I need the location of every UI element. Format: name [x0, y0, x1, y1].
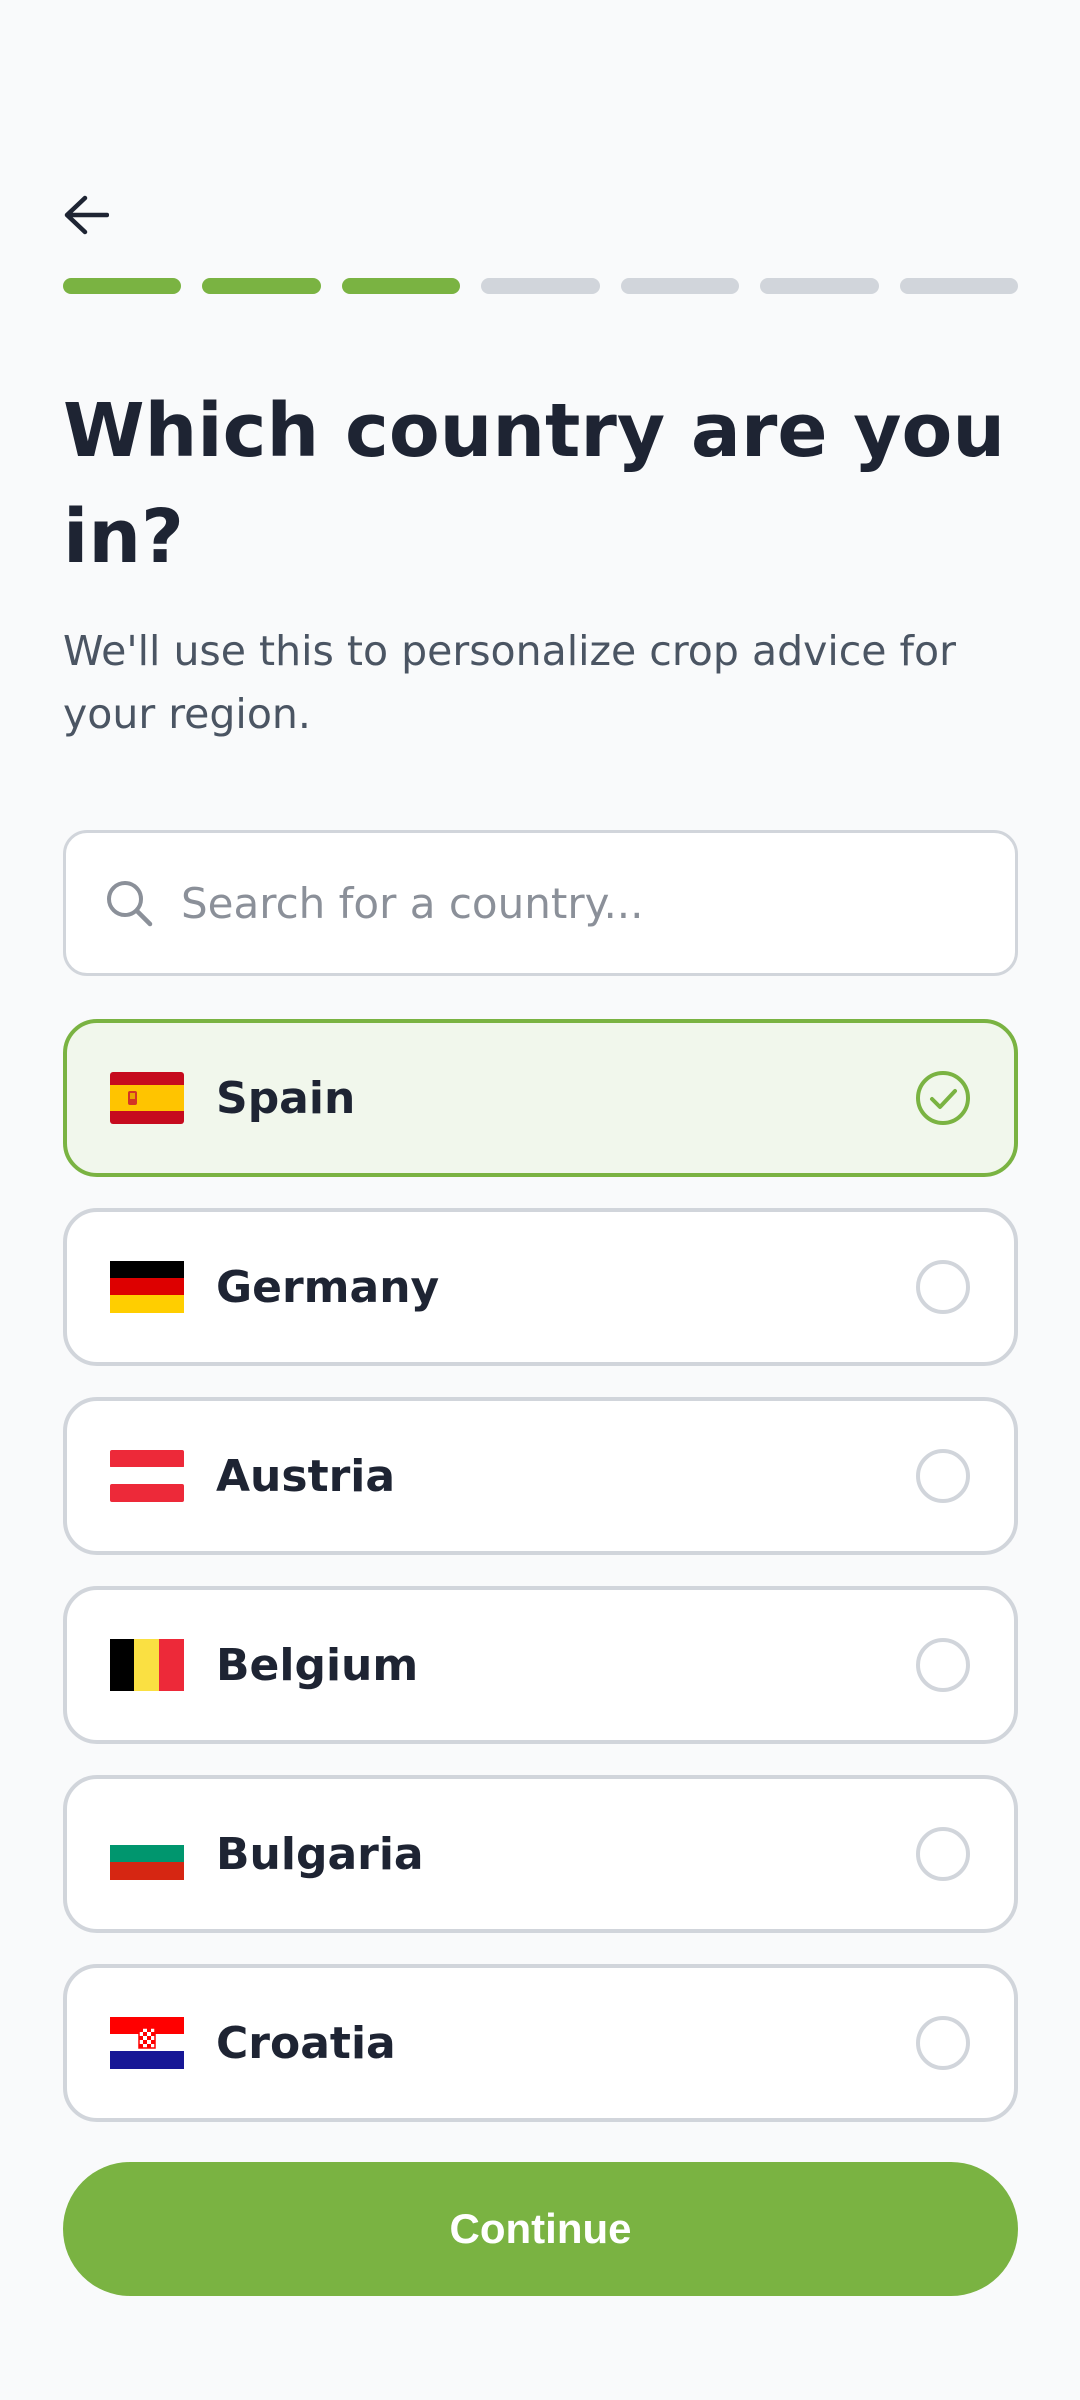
spain-flag-icon [110, 1072, 184, 1124]
arrow-left-icon [64, 195, 109, 235]
content: Which country are you in? We'll use this… [63, 0, 1018, 2400]
radio-unselected-icon [916, 1260, 970, 1314]
country-label: Belgium [216, 1639, 419, 1691]
page-title: Which country are you in? [63, 388, 1006, 580]
country-label: Bulgaria [216, 1828, 424, 1880]
continue-button[interactable]: Continue [63, 2162, 1018, 2296]
onboarding-screen: Which country are you in? We'll use this… [0, 0, 1080, 2400]
country-label: Austria [216, 1450, 396, 1502]
page-subtitle: We'll use this to personalize crop advic… [63, 627, 956, 738]
progress-step-6 [760, 278, 879, 294]
country-label: Croatia [216, 2017, 396, 2069]
search-input[interactable] [179, 877, 963, 929]
radio-unselected-icon [916, 1638, 970, 1692]
country-option-spain[interactable]: Spain [63, 1019, 1018, 1177]
croatia-flag-icon [110, 2017, 184, 2069]
progress-step-1 [63, 278, 182, 294]
germany-flag-icon [110, 1261, 184, 1313]
belgium-flag-icon [110, 1639, 184, 1691]
progress-step-4 [481, 278, 600, 294]
country-option-croatia[interactable]: Croatia [63, 1964, 1018, 2122]
search-icon [103, 877, 155, 929]
progress-step-7 [899, 278, 1018, 294]
progress-step-2 [202, 278, 321, 294]
country-label: Spain [216, 1072, 356, 1124]
country-option-germany[interactable]: Germany [63, 1208, 1018, 1366]
country-option-bulgaria[interactable]: Bulgaria [63, 1775, 1018, 1933]
country-option-belgium[interactable]: Belgium [63, 1586, 1018, 1744]
country-option-austria[interactable]: Austria [63, 1397, 1018, 1555]
back-button[interactable] [63, 185, 123, 245]
radio-unselected-icon [916, 2016, 970, 2070]
bulgaria-flag-icon [110, 1828, 184, 1880]
country-label: Germany [216, 1261, 440, 1313]
radio-unselected-icon [916, 1827, 970, 1881]
progress-step-5 [620, 278, 740, 294]
check-circle-icon [916, 1071, 970, 1125]
radio-unselected-icon [916, 1449, 970, 1503]
progress-step-3 [341, 278, 461, 294]
progress-bar [63, 278, 1018, 294]
austria-flag-icon [110, 1450, 184, 1502]
search-box[interactable] [63, 830, 1018, 976]
